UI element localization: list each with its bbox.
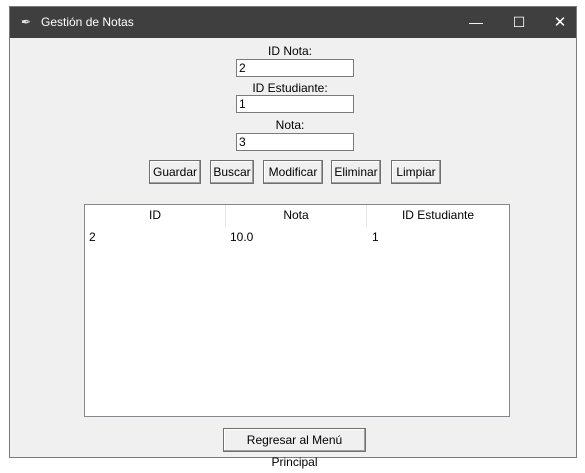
id-estudiante-label: ID Estudiante: [252,81,328,95]
window-title: Gestión de Notas [41,15,134,29]
nota-field[interactable] [236,133,354,151]
title-bar[interactable]: ✒ Gestión de Notas — ☐ ✕ [10,7,576,38]
cell-nota: 10.0 [230,230,254,244]
column-header-nota[interactable]: Nota [226,205,367,227]
id-nota-field[interactable] [236,59,354,77]
table-header: ID Nota ID Estudiante [85,205,509,227]
cell-id-estudiante: 1 [372,230,379,244]
minimize-button[interactable]: — [457,7,495,38]
cell-id: 2 [89,230,96,244]
nota-label: Nota: [275,118,305,132]
notas-table[interactable]: ID Nota ID Estudiante 2 10.0 1 [84,204,510,417]
guardar-button[interactable]: Guardar [149,160,201,184]
id-estudiante-field[interactable] [236,95,354,113]
back-to-menu-button[interactable]: Regresar al Menú Principal [223,428,366,469]
column-header-id[interactable]: ID [85,205,226,227]
column-header-id-estudiante[interactable]: ID Estudiante [367,205,509,227]
table-row[interactable]: 2 10.0 1 [85,228,509,244]
modificar-button[interactable]: Modificar [263,160,323,184]
id-nota-label: ID Nota: [267,44,312,58]
app-window: ✒ Gestión de Notas — ☐ ✕ ID Nota: ID Est… [9,6,577,469]
maximize-button[interactable]: ☐ [500,7,538,38]
limpiar-button[interactable]: Limpiar [391,160,441,184]
close-button[interactable]: ✕ [541,7,579,38]
eliminar-button[interactable]: Eliminar [331,160,381,184]
buscar-button[interactable]: Buscar [210,160,254,184]
feather-icon: ✒ [20,15,32,29]
